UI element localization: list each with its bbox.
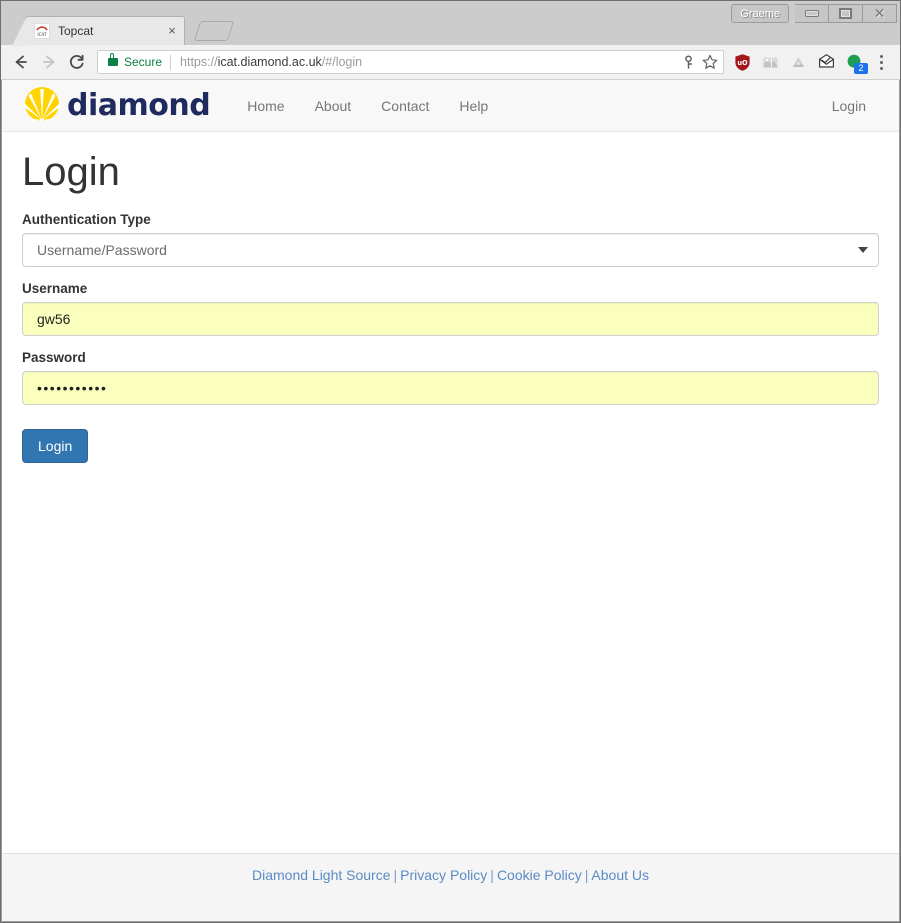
brand-link[interactable]: diamond <box>20 84 211 128</box>
auth-type-group: Authentication Type Username/Password <box>22 212 879 267</box>
browser-tab-topcat[interactable]: ICAT Topcat × <box>12 16 185 46</box>
menu-dot <box>879 66 883 70</box>
window-controls: Graeme ✕ <box>731 3 897 23</box>
footer-link-cookie-policy[interactable]: Cookie Policy <box>497 867 582 883</box>
login-submit-button[interactable]: Login <box>22 429 89 463</box>
site-footer: Diamond Light Source | Privacy Policy | Cook… <box>2 853 899 921</box>
back-button[interactable] <box>7 48 35 76</box>
tab-strip: ICAT Topcat × Graeme ✕ <box>1 1 900 46</box>
password-value: ••••••••••• <box>37 380 108 396</box>
url-scheme: https:// <box>180 55 218 69</box>
minimize-button[interactable] <box>795 3 829 23</box>
footer-separator: | <box>393 867 398 883</box>
key-icon[interactable] <box>677 51 699 73</box>
username-value: gw56 <box>37 311 71 327</box>
nav-link-login[interactable]: Login <box>817 80 881 132</box>
auth-type-select[interactable]: Username/Password <box>22 233 879 267</box>
google-drive-icon[interactable] <box>784 48 812 76</box>
star-icon[interactable] <box>699 51 721 73</box>
omnibox-divider <box>170 54 172 70</box>
password-group: Password ••••••••••• <box>22 350 879 405</box>
url-path: /#/login <box>321 55 363 69</box>
browser-window: ICAT Topcat × Graeme ✕ Secure https://ic… <box>0 0 901 923</box>
site-nav-right: Login <box>817 80 881 132</box>
nav-link-contact[interactable]: Contact <box>366 80 444 132</box>
footer-link-diamond-light-source[interactable]: Diamond Light Source <box>252 867 391 883</box>
url-text: https://icat.diamond.ac.uk/#/login <box>180 55 677 69</box>
url-host: icat.diamond.ac.uk <box>217 55 322 69</box>
login-page-content: Login Authentication Type Username/Passw… <box>2 132 899 853</box>
tab-title: Topcat <box>58 24 94 38</box>
footer-separator: | <box>490 867 494 883</box>
profile-avatar-icon[interactable]: 2 <box>840 48 868 76</box>
lock-icon <box>108 53 118 66</box>
menu-dot <box>879 54 883 58</box>
maximize-button[interactable] <box>829 3 863 23</box>
profile-button[interactable]: Graeme <box>731 3 789 23</box>
icat-favicon: ICAT <box>34 23 50 39</box>
password-input[interactable]: ••••••••••• <box>22 371 879 405</box>
close-button[interactable]: ✕ <box>863 3 897 23</box>
password-label: Password <box>22 350 86 365</box>
extension-icon[interactable] <box>756 48 784 76</box>
nav-link-home[interactable]: Home <box>232 80 299 132</box>
svg-text:ICAT: ICAT <box>37 32 47 37</box>
ublock-origin-icon[interactable]: uO <box>728 48 756 76</box>
chrome-menu-button[interactable] <box>868 48 894 76</box>
browser-toolbar: Secure https://icat.diamond.ac.uk/#/logi… <box>1 45 900 80</box>
footer-link-privacy-policy[interactable]: Privacy Policy <box>400 867 487 883</box>
diamond-sunburst-logo <box>20 84 64 128</box>
auth-type-label: Authentication Type <box>22 212 151 227</box>
auth-type-value: Username/Password <box>37 242 167 258</box>
svg-text:uO: uO <box>737 59 748 67</box>
page-title: Login <box>22 150 120 194</box>
brand-wordmark: diamond <box>67 87 211 123</box>
profile-badge-count: 2 <box>854 63 868 74</box>
username-group: Username gw56 <box>22 281 879 336</box>
nav-link-help[interactable]: Help <box>444 80 503 132</box>
username-label: Username <box>22 281 88 296</box>
footer-link-about-us[interactable]: About Us <box>591 867 649 883</box>
forward-button[interactable] <box>35 48 63 76</box>
security-status: Secure <box>124 55 163 69</box>
nav-link-about[interactable]: About <box>300 80 367 132</box>
mail-icon[interactable] <box>812 48 840 76</box>
username-input[interactable]: gw56 <box>22 302 879 336</box>
menu-dot <box>879 60 883 64</box>
footer-links: Diamond Light Source | Privacy Policy | Cook… <box>252 867 649 883</box>
tab-close-icon[interactable]: × <box>164 23 180 39</box>
reload-button[interactable] <box>63 48 91 76</box>
chevron-down-icon <box>858 247 868 253</box>
new-tab-button[interactable] <box>193 21 235 41</box>
footer-separator: | <box>584 867 589 883</box>
address-bar[interactable]: Secure https://icat.diamond.ac.uk/#/logi… <box>97 50 724 74</box>
site-navbar: diamond Home About Contact Help Login <box>2 80 899 132</box>
page-viewport: diamond Home About Contact Help Login Lo… <box>1 80 900 922</box>
site-nav-links: Home About Contact Help <box>232 80 817 132</box>
